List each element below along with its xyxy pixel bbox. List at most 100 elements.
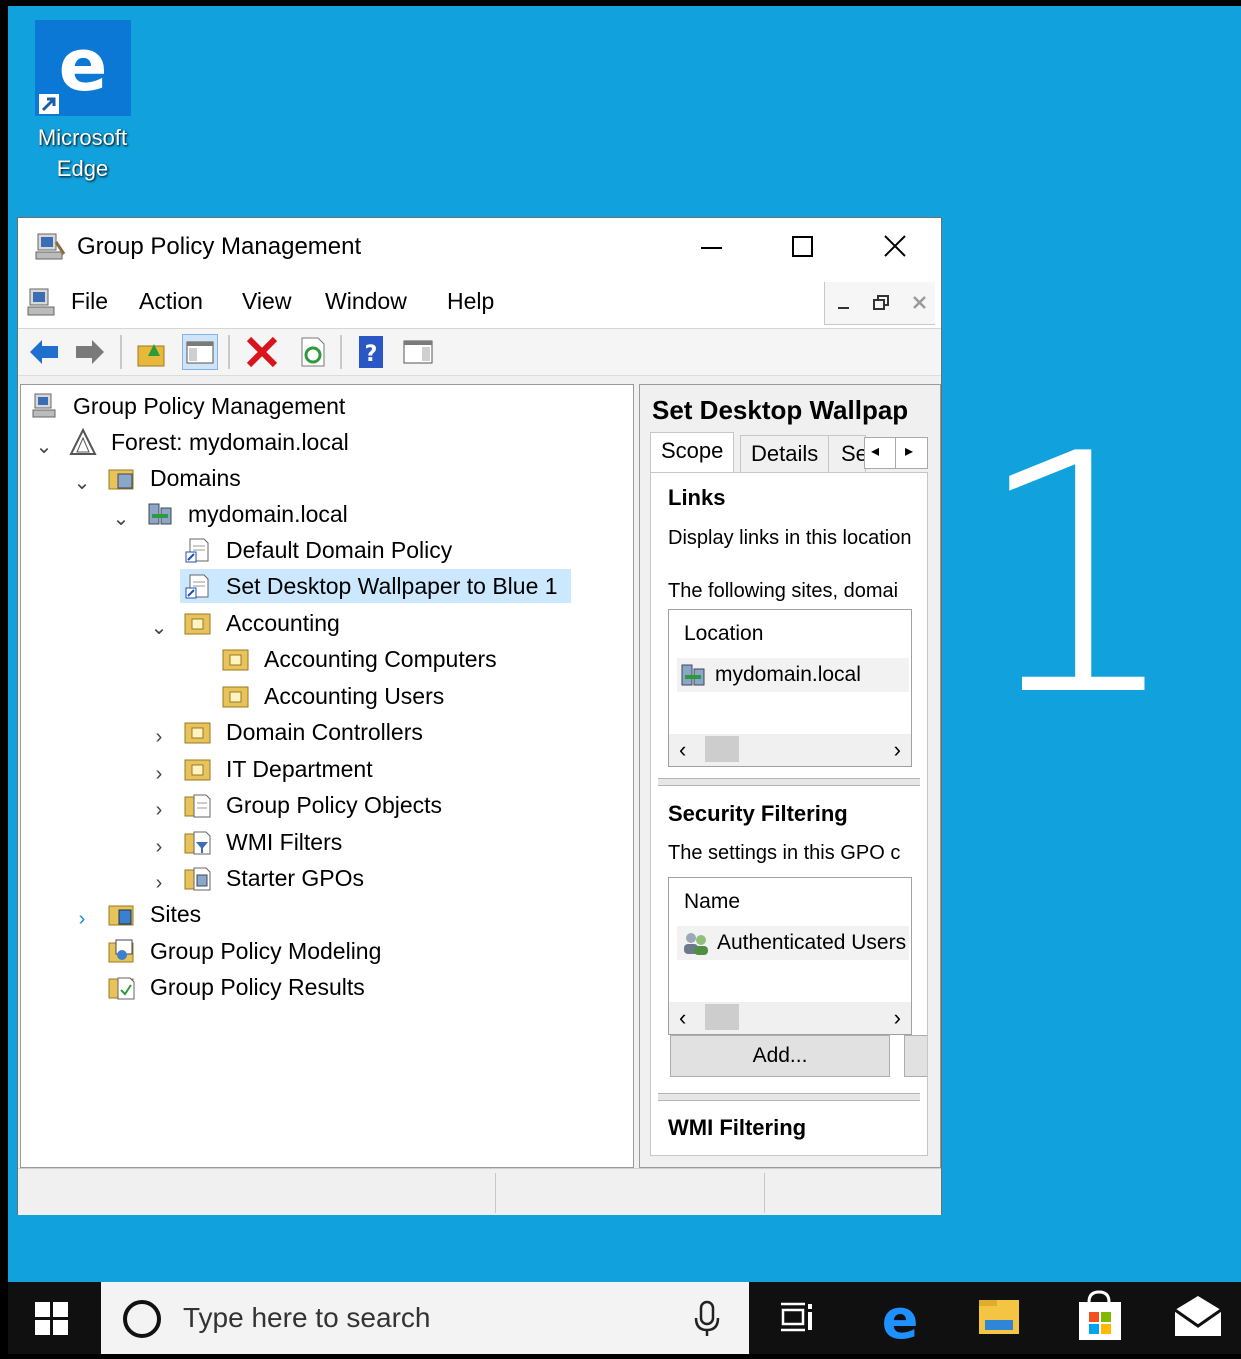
list-item[interactable]: Authenticated Users xyxy=(677,926,909,960)
close-button[interactable] xyxy=(848,218,941,278)
show-action-pane-icon[interactable] xyxy=(400,334,436,370)
delete-icon[interactable] xyxy=(244,334,280,370)
desktop-shortcut-edge[interactable]: e Microsoft Edge xyxy=(30,20,135,184)
ou-folder-icon xyxy=(222,645,250,673)
gpo-container-icon xyxy=(184,791,212,819)
details-pane: Set Desktop Wallpap Scope Details Se ◂ ▸… xyxy=(639,384,941,1168)
minimize-button[interactable] xyxy=(665,218,758,278)
tab-scroll-right-icon[interactable]: ▸ xyxy=(905,441,913,461)
back-arrow-icon[interactable] xyxy=(26,334,62,370)
menu-help[interactable]: Help xyxy=(447,288,494,315)
expand-chevron-icon[interactable]: › xyxy=(149,764,169,784)
sites-folder-icon xyxy=(108,900,136,928)
section-divider[interactable] xyxy=(658,1093,920,1101)
show-hide-console-tree-icon[interactable] xyxy=(182,334,218,370)
gpm-console-icon xyxy=(31,392,59,420)
links-section-title: Links xyxy=(668,485,726,510)
cortana-circle-icon xyxy=(121,1298,163,1345)
refresh-icon[interactable] xyxy=(294,334,330,370)
mail-icon[interactable] xyxy=(1153,1282,1241,1354)
gpo-link-icon xyxy=(184,536,212,564)
expand-chevron-icon[interactable]: › xyxy=(149,873,169,893)
mdi-controls xyxy=(824,282,935,325)
security-listview[interactable]: Name Authenticated Users ‹ › xyxy=(668,877,912,1035)
mdi-close-icon[interactable] xyxy=(909,292,931,319)
edge-icon[interactable]: e xyxy=(857,1282,947,1354)
tab-scroll-left-icon[interactable]: ◂ xyxy=(871,441,879,461)
edge-shortcut-label: Microsoft Edge xyxy=(37,125,128,181)
horizontal-scrollbar[interactable]: ‹ › xyxy=(669,734,911,766)
collapse-chevron-icon[interactable]: ⌄ xyxy=(34,437,54,457)
expand-chevron-icon[interactable]: › xyxy=(149,727,169,747)
expand-chevron-icon[interactable]: › xyxy=(149,800,169,820)
console-tree[interactable]: Group Policy Management ⌄ Forest: mydoma… xyxy=(20,384,634,1168)
add-button[interactable]: Add... xyxy=(670,1035,890,1077)
tab-scope[interactable]: Scope xyxy=(650,432,735,473)
list-item[interactable]: mydomain.local xyxy=(677,658,909,692)
domain-icon xyxy=(679,661,707,692)
scroll-thumb[interactable] xyxy=(705,1004,739,1030)
domains-folder-icon xyxy=(108,464,136,492)
ou-folder-icon xyxy=(184,755,212,783)
gpm-window: Group Policy Management File Action View… xyxy=(18,218,941,1215)
remove-button[interactable] xyxy=(904,1035,927,1077)
scroll-thumb[interactable] xyxy=(705,736,739,762)
ou-folder-icon xyxy=(184,718,212,746)
taskbar-search-box[interactable]: Type here to search xyxy=(101,1282,749,1354)
search-placeholder: Type here to search xyxy=(183,1302,431,1333)
horizontal-scrollbar[interactable]: ‹ › xyxy=(669,1002,911,1034)
links-following-text: The following sites, domai xyxy=(668,580,899,602)
microphone-icon[interactable] xyxy=(693,1300,721,1343)
toolbar: ? xyxy=(18,329,941,376)
toolbar-separator xyxy=(228,335,230,369)
scroll-right-icon[interactable]: › xyxy=(894,1005,901,1031)
expand-chevron-icon[interactable]: › xyxy=(149,837,169,857)
mdi-minimize-icon[interactable] xyxy=(833,292,855,319)
mdi-restore-icon[interactable] xyxy=(870,292,892,319)
location-column-header[interactable]: Location xyxy=(684,622,763,646)
svg-text:e: e xyxy=(882,1288,919,1351)
toolbar-separator xyxy=(120,335,122,369)
title-bar[interactable]: Group Policy Management xyxy=(18,218,941,278)
menu-file[interactable]: File xyxy=(71,288,108,315)
scroll-left-icon[interactable]: ‹ xyxy=(679,737,686,763)
task-view-icon[interactable] xyxy=(752,1282,842,1354)
forward-arrow-icon[interactable] xyxy=(72,334,108,370)
toolbar-separator xyxy=(340,335,342,369)
tab-details[interactable]: Details xyxy=(740,435,830,472)
file-explorer-icon[interactable] xyxy=(955,1282,1045,1354)
store-icon[interactable] xyxy=(1055,1282,1145,1354)
ou-folder-icon xyxy=(184,609,212,637)
collapse-chevron-icon[interactable]: ⌄ xyxy=(149,618,169,638)
name-column-header[interactable]: Name xyxy=(684,890,740,914)
help-icon[interactable]: ? xyxy=(354,334,390,370)
console-icon[interactable] xyxy=(26,286,58,323)
tree-node-set-desktop-wallpaper[interactable]: Set Desktop Wallpaper to Blue 1 xyxy=(180,569,571,603)
domain-icon xyxy=(146,500,174,528)
up-folder-icon[interactable] xyxy=(134,334,170,370)
menu-window[interactable]: Window xyxy=(325,288,407,315)
gpm-app-icon xyxy=(34,232,66,267)
tab-scroll-arrows: ◂ ▸ xyxy=(864,437,928,469)
edge-icon: e xyxy=(34,20,131,116)
expand-chevron-icon[interactable]: › xyxy=(72,909,92,929)
scroll-right-icon[interactable]: › xyxy=(894,737,901,763)
tab-settings[interactable]: Se xyxy=(828,435,866,472)
links-display-label: Display links in this location xyxy=(668,527,912,549)
windows-start-icon[interactable] xyxy=(8,1282,98,1354)
svg-text:e: e xyxy=(58,23,107,107)
scroll-left-icon[interactable]: ‹ xyxy=(679,1005,686,1031)
menu-action[interactable]: Action xyxy=(139,288,203,315)
menu-view[interactable]: View xyxy=(242,288,291,315)
links-listview[interactable]: Location mydomain.local ‹ › xyxy=(668,609,912,767)
maximize-button[interactable] xyxy=(758,218,851,278)
status-separator xyxy=(495,1173,496,1213)
starter-gpo-icon xyxy=(184,864,212,892)
collapse-chevron-icon[interactable]: ⌄ xyxy=(111,509,131,529)
collapse-chevron-icon[interactable]: ⌄ xyxy=(72,473,92,493)
modeling-icon xyxy=(108,937,136,965)
wmi-filtering-title: WMI Filtering xyxy=(668,1115,807,1140)
section-divider[interactable] xyxy=(658,778,920,786)
wmi-filter-icon xyxy=(184,828,212,856)
status-separator xyxy=(764,1173,765,1213)
